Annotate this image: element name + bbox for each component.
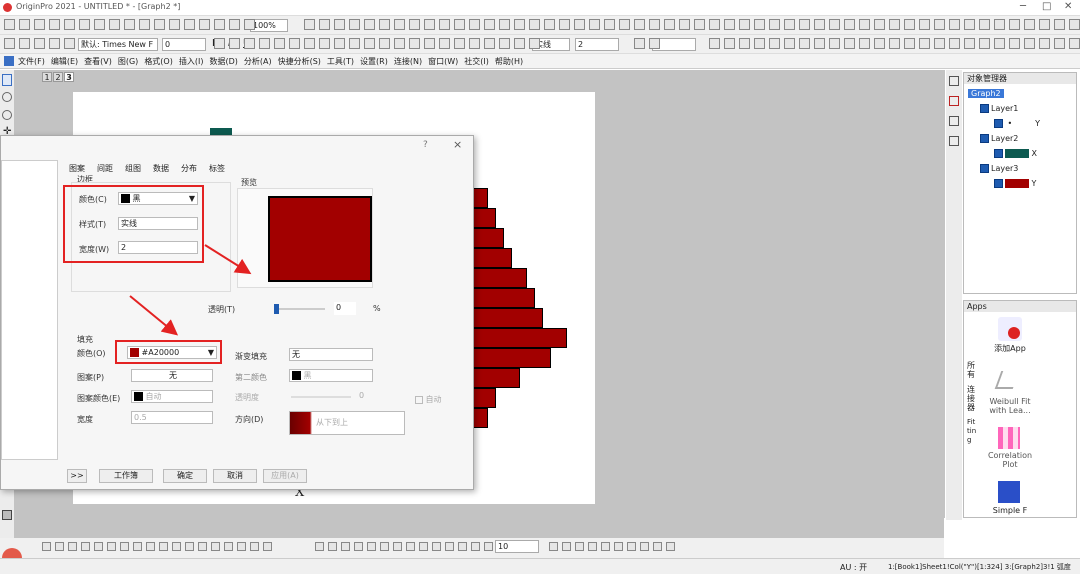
arrow-to-fill: [129, 295, 179, 336]
annotation-arrows: [129, 244, 252, 336]
arrow-to-preview: [204, 244, 252, 275]
